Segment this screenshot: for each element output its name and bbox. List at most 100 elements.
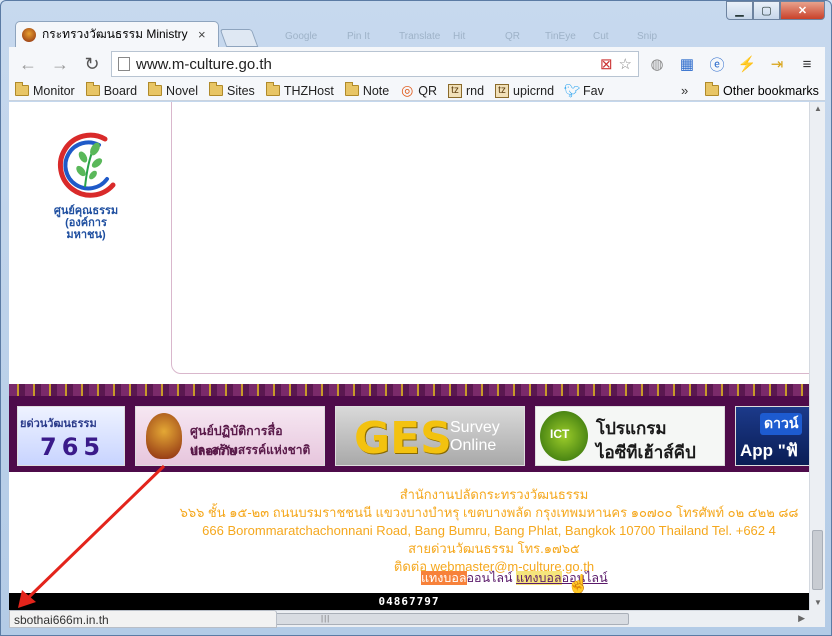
banner-safe-media-center[interactable]: ศูนย์ปฏิบัติการสื่อปลอดภัย และสร้างสรรค์… xyxy=(135,406,325,466)
bookmark-label: QR xyxy=(418,83,437,98)
bookmark-note[interactable]: Note xyxy=(344,82,390,98)
vertical-scrollbar[interactable]: ▲ ▼ xyxy=(809,102,825,610)
banner-hotline-765[interactable]: ยด่วนวัฒนธรรม 765 xyxy=(17,406,125,466)
footer-contact-email[interactable]: ติดต่อ webmaster@m-culture.go.th xyxy=(9,558,809,576)
bookmark-label: upicrnd xyxy=(513,83,555,98)
ghost-tab-label: Snip xyxy=(637,31,658,42)
bookmark-thzhost[interactable]: THZHost xyxy=(265,82,334,98)
page-icon xyxy=(118,57,130,71)
bookmarks-overflow-chevron-icon[interactable]: » xyxy=(681,83,688,98)
bookmark-label: THZHost xyxy=(283,83,334,98)
banner-text: ไอซีทีเฮ้าส์คีปเปอร์ xyxy=(596,443,696,462)
banner-text: ยด่วนวัฒนธรรม xyxy=(20,418,97,430)
bookmark-label: Note xyxy=(362,83,390,98)
scroll-up-arrow-icon[interactable]: ▲ xyxy=(814,104,822,113)
banner-number: 765 xyxy=(40,433,106,461)
spam-link-1[interactable]: แทงบอลออนไลน์ xyxy=(421,571,513,585)
scrollbar-corner xyxy=(809,610,825,627)
ghost-tab-label: QR xyxy=(505,31,520,42)
power-extension-icon[interactable]: ⚡ xyxy=(735,52,759,76)
window-caption-buttons: ▁ ▢ ✕ xyxy=(726,1,825,20)
bookmark-star-icon[interactable]: ☆ xyxy=(619,55,632,73)
bookmark-board[interactable]: Board xyxy=(85,82,138,98)
scroll-down-arrow-icon[interactable]: ▼ xyxy=(814,598,822,607)
banner-text: GES xyxy=(354,413,452,464)
link-text: ออนไลน์ xyxy=(466,571,513,585)
bookmark-sites[interactable]: Sites xyxy=(209,82,255,98)
reload-button[interactable]: ↻ xyxy=(79,51,105,77)
qr-icon: ◎ xyxy=(401,82,414,98)
folder-icon xyxy=(265,82,280,96)
calendar-extension-icon[interactable]: ▦ xyxy=(675,52,699,76)
link-highlight: แทงบอล xyxy=(421,571,467,585)
back-button[interactable]: ← xyxy=(15,51,41,77)
folder-icon xyxy=(15,82,29,96)
blocked-popup-icon[interactable]: ⊠ xyxy=(600,55,613,73)
bookmark-upicrnd[interactable]: tz upicrnd xyxy=(495,83,555,98)
tab-close-icon[interactable]: × xyxy=(198,27,206,42)
logo-icon xyxy=(57,132,116,198)
url-text[interactable]: www.m-culture.go.th xyxy=(136,56,594,73)
folder-icon xyxy=(344,82,359,96)
footer-address-en: 666 Borommaratchachonnani Road, Bang Bum… xyxy=(202,523,776,538)
bookmark-fav[interactable]: 🐦︎ Fav xyxy=(563,82,604,98)
banner-line: Online xyxy=(450,437,497,454)
browser-toolbar: ← → ↻ www.m-culture.go.th ⊠ ☆ ◍ ▦ ⓔ ⚡ ⇥ … xyxy=(9,47,825,81)
bookmark-label: Novel xyxy=(166,83,199,98)
browser-window: ▁ ▢ ✕ กระทรวงวัฒนธรรม Ministry × Google … xyxy=(0,0,832,636)
bookmark-rnd[interactable]: tz rnd xyxy=(447,83,484,98)
ie-tab-extension-icon[interactable]: ⓔ xyxy=(705,52,729,76)
banner-ges-survey[interactable]: GES Survey Online xyxy=(335,406,525,466)
twitter-icon: 🐦︎ xyxy=(563,82,581,98)
site-favicon-icon xyxy=(22,27,36,42)
menu-icon[interactable]: ≡ xyxy=(795,52,819,76)
bookmark-novel[interactable]: Novel xyxy=(148,82,199,98)
footer-hotline: สายด่วนวัฒนธรรม โทร.๑๗๖๕ xyxy=(408,541,580,556)
other-bookmarks-folder[interactable]: Other bookmarks xyxy=(705,82,819,98)
ghost-tab-label: Hit xyxy=(453,31,466,42)
address-bar[interactable]: www.m-culture.go.th ⊠ ☆ xyxy=(111,51,639,77)
rnd-icon: tz xyxy=(447,83,462,98)
bookmarks-bar: Monitor Board Novel Sites THZHost Note ◎… xyxy=(9,81,825,101)
ghost-tab-label: TinEye xyxy=(545,31,576,42)
forward-button[interactable]: → xyxy=(47,51,73,77)
bookmark-label: Sites xyxy=(227,83,255,98)
bookmark-label: Other bookmarks xyxy=(723,83,819,98)
folder-icon xyxy=(705,82,719,96)
minimize-button[interactable]: ▁ xyxy=(726,1,753,20)
banner-text: App "ฟั xyxy=(740,441,798,460)
hand-cursor-icon: ☝ xyxy=(567,574,590,594)
upicrnd-icon: tz xyxy=(495,83,510,98)
status-bubble-url: sbothai666m.in.th xyxy=(9,610,277,628)
footer-contact: สำนักงานปลัดกระทรวงวัฒนธรรม ๖๖๖ ชั้น ๑๕-… xyxy=(9,486,809,576)
folder-icon xyxy=(85,82,100,96)
footer-address-th: ๖๖๖ ชั้น ๑๕-๒๓ ถนนบรมราชชนนี แขวงบางบำหร… xyxy=(179,505,799,520)
banner-line: Survey xyxy=(450,419,500,436)
page-viewport[interactable]: ศูนย์คุณธรรม (องค์การมหาชน) ยด่วนวัฒนธรร… xyxy=(9,102,809,610)
spam-link-2[interactable]: แทงบอลออนไลน์ xyxy=(516,571,608,585)
banner-download-app[interactable]: ดาวน์ App "ฟั xyxy=(735,406,809,466)
banner-text: โปรแกรม xyxy=(596,419,667,438)
banner-ict-housekeeper[interactable]: ICT โปรแกรม ไอซีทีเฮ้าส์คีปเปอร์ xyxy=(535,406,725,466)
tab-active[interactable]: กระทรวงวัฒนธรรม Ministry × xyxy=(15,21,219,47)
bookmark-label: Board xyxy=(103,83,138,98)
maximize-button[interactable]: ▢ xyxy=(753,1,780,20)
scroll-right-arrow-icon[interactable]: ▶ xyxy=(798,613,805,624)
bookmark-monitor[interactable]: Monitor xyxy=(15,82,75,98)
scroll-grip-icon: ||| xyxy=(321,614,331,623)
ghost-tab-label: Pin It xyxy=(347,31,370,42)
close-window-button[interactable]: ✕ xyxy=(780,1,825,20)
bookmark-label: Fav xyxy=(583,83,604,98)
ghost-tab-label: Google xyxy=(285,31,318,42)
logo-caption-line1: ศูนย์คุณธรรม xyxy=(53,205,119,217)
decorative-thai-band xyxy=(9,384,809,396)
globe-extension-icon[interactable]: ◍ xyxy=(645,52,669,76)
vertical-scroll-thumb[interactable] xyxy=(812,530,823,590)
bookmark-qr[interactable]: ◎ QR xyxy=(400,82,437,98)
logo-caption: ศูนย์คุณธรรม (องค์การมหาชน) xyxy=(47,205,125,241)
moral-center-logo[interactable]: ศูนย์คุณธรรม (องค์การมหาชน) xyxy=(47,127,125,241)
new-tab-button[interactable] xyxy=(219,29,259,47)
banner-text: ดาวน์ xyxy=(760,413,803,435)
signin-extension-icon[interactable]: ⇥ xyxy=(765,52,789,76)
ict-seal-text: ICT xyxy=(550,427,570,441)
